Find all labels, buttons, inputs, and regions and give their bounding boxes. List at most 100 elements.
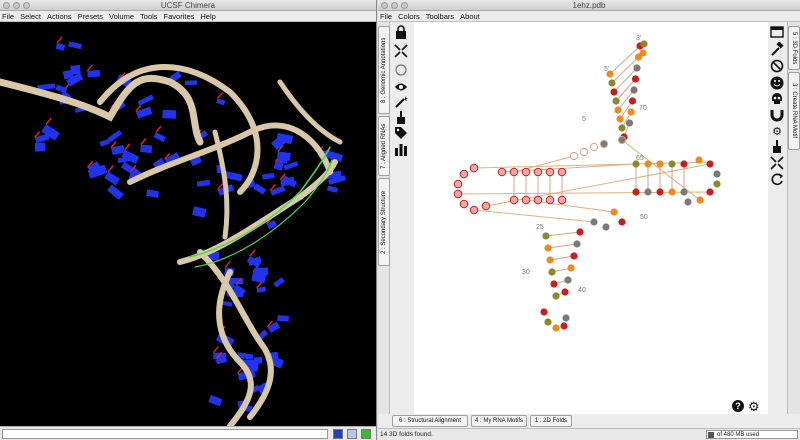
magic-wand-icon[interactable] (392, 94, 410, 110)
nucleotide[interactable] (639, 49, 647, 57)
tab-genomic-annotations[interactable]: 8 : Genomic Annotations (378, 26, 390, 114)
nucleotide[interactable] (602, 223, 610, 231)
nucleotide[interactable] (625, 119, 634, 127)
nucleotide[interactable] (614, 106, 622, 114)
tab-create-rna-motif[interactable]: 3 : Create RNA Motif (788, 72, 800, 150)
nucleotide[interactable] (459, 199, 469, 209)
tab-aligned-rnas[interactable]: 7 : Aligned RNAs (378, 116, 390, 176)
nucleotide[interactable] (680, 188, 688, 196)
nucleotide[interactable] (544, 318, 552, 326)
nucleotide[interactable] (497, 167, 507, 177)
tab-3d-folds[interactable]: 5 : 3D Folds (788, 26, 800, 70)
nucleotide[interactable] (573, 240, 581, 248)
nucleotide[interactable] (552, 324, 560, 332)
tab-secondary-structure[interactable]: 2 : Secondary Structure (378, 178, 390, 266)
nucleotide[interactable] (656, 160, 664, 168)
menu-help[interactable]: Help (200, 11, 215, 21)
skull-icon[interactable] (768, 91, 786, 107)
nucleotide[interactable] (617, 135, 627, 145)
menu-volume[interactable]: Volume (109, 11, 134, 21)
nucleotide[interactable] (540, 308, 548, 316)
nucleotide[interactable] (469, 163, 479, 173)
nucleotide[interactable] (631, 75, 640, 83)
brush-icon[interactable] (768, 139, 786, 155)
nucleotide[interactable] (481, 201, 491, 211)
nucleotide[interactable] (552, 292, 560, 300)
nucleotide[interactable] (469, 205, 479, 215)
menu-tools[interactable]: Tools (140, 11, 158, 21)
nucleotide[interactable] (546, 256, 554, 264)
nucleotide[interactable] (453, 189, 463, 199)
nucleotide[interactable] (521, 195, 531, 205)
nucleotide[interactable] (608, 79, 616, 87)
help-icon[interactable]: ? (732, 400, 744, 412)
nucleotide[interactable] (632, 188, 640, 196)
nucleotide[interactable] (644, 160, 652, 168)
trash-icon[interactable] (708, 432, 714, 438)
nucleotide[interactable] (599, 139, 609, 149)
collapse-arrows-icon[interactable] (392, 43, 410, 59)
nucleotide[interactable] (713, 170, 721, 178)
smiley-icon[interactable] (768, 75, 786, 91)
nucleotide[interactable] (521, 167, 531, 177)
nucleotide[interactable] (589, 142, 599, 152)
window-icon[interactable] (768, 24, 786, 40)
no-entry-icon[interactable] (768, 58, 786, 74)
nucleotide[interactable] (544, 244, 552, 252)
nucleotide[interactable] (618, 218, 626, 226)
nucleotide[interactable] (706, 188, 714, 196)
nucleotide[interactable] (579, 147, 589, 157)
nucleotide[interactable] (618, 124, 626, 132)
menu-file[interactable]: File (2, 11, 14, 21)
nucleotide[interactable] (680, 160, 688, 168)
nucleotide[interactable] (576, 228, 584, 236)
menu-about[interactable]: About (460, 11, 480, 21)
tag-icon[interactable] (392, 125, 410, 141)
nucleotide[interactable] (560, 322, 568, 330)
nucleotide[interactable] (533, 195, 543, 205)
nucleotide[interactable] (590, 218, 598, 226)
nucleotide[interactable] (567, 264, 575, 272)
nucleotide[interactable] (640, 40, 648, 48)
tab-2d-folds[interactable]: 1 : 2D Folds (530, 415, 572, 427)
menu-colors[interactable]: Colors (398, 11, 420, 21)
nucleotide[interactable] (570, 252, 578, 260)
copy-icon[interactable] (347, 429, 357, 439)
nucleotide[interactable] (459, 169, 469, 179)
bar-chart-icon[interactable] (392, 141, 410, 157)
nucleotide[interactable] (696, 196, 704, 204)
zoom-window-icon[interactable] (401, 2, 408, 9)
nucleotide[interactable] (453, 179, 463, 189)
collapse-arrows-icon[interactable] (768, 155, 786, 171)
nucleotide[interactable] (533, 167, 543, 177)
minimize-window-icon[interactable] (391, 2, 398, 9)
nucleotide[interactable] (695, 156, 703, 164)
nucleotide[interactable] (610, 88, 618, 96)
magnet-icon[interactable] (768, 107, 786, 123)
nucleotide[interactable] (656, 188, 664, 196)
menu-toolbars[interactable]: Toolbars (426, 11, 454, 21)
refresh-icon[interactable] (768, 171, 786, 187)
nucleotide[interactable] (668, 188, 676, 196)
menu-actions[interactable]: Actions (47, 11, 72, 21)
circle-outline-icon[interactable] (392, 62, 410, 78)
chimera-titlebar[interactable]: UCSF Chimera (0, 0, 376, 11)
settings-gear-icon[interactable]: ⚙ (748, 400, 761, 413)
nucleotide[interactable] (550, 280, 558, 288)
pen-icon[interactable] (333, 429, 343, 439)
molecule-3d-viewer[interactable] (0, 22, 376, 429)
zoom-window-icon[interactable] (23, 2, 30, 9)
tab-structural-alignment[interactable]: 6 : Structural Alignment (392, 415, 468, 427)
close-window-icon[interactable] (381, 2, 388, 9)
eye-icon[interactable] (392, 79, 410, 95)
nucleotide[interactable] (616, 115, 624, 123)
nucleotide[interactable] (628, 97, 637, 105)
nucleotide[interactable] (542, 232, 550, 240)
nucleotide[interactable] (644, 188, 652, 196)
nucleotide[interactable] (612, 97, 620, 105)
nucleotide[interactable] (548, 268, 556, 276)
nucleotide[interactable] (630, 86, 638, 94)
nucleotide[interactable] (562, 314, 570, 322)
menu-file[interactable]: File (380, 11, 392, 21)
nucleotide[interactable] (509, 167, 519, 177)
